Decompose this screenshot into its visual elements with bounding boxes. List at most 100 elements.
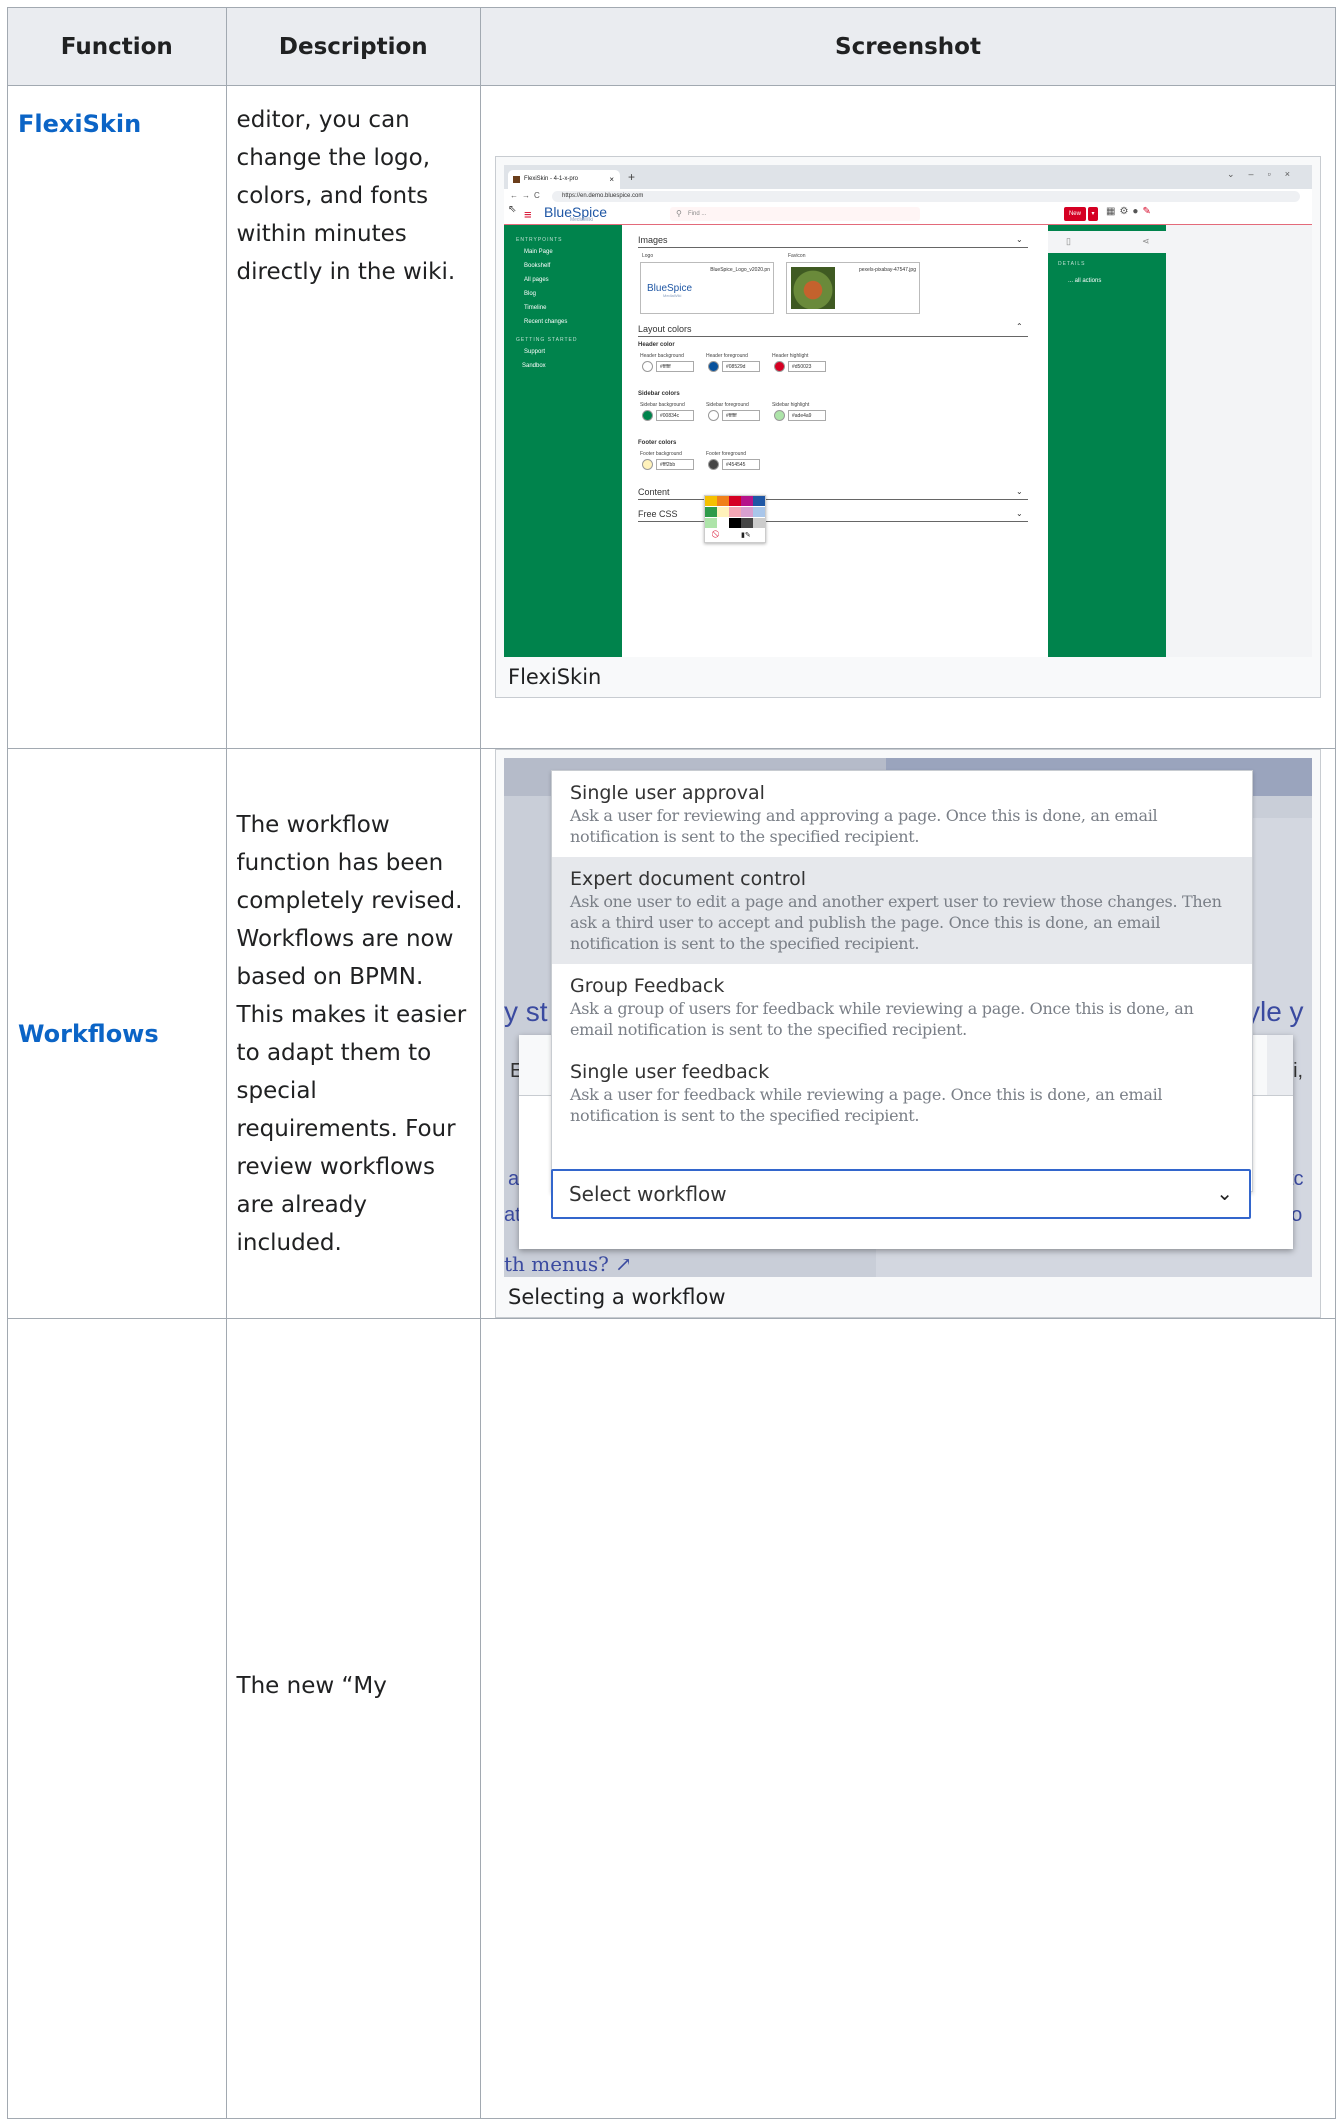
- favicon-label: Favicon: [787, 253, 806, 259]
- workflow-option-description: Ask a user for reviewing and approving a…: [569, 806, 1158, 846]
- browser-tab: FlexiSkin - 4-1-x-pro ×: [507, 170, 620, 189]
- right-sidebar-toolbar: ▯ ⋖: [1047, 231, 1166, 253]
- color-swatch: [707, 459, 719, 470]
- description-cell: The workflow function has been completel…: [225, 748, 481, 1319]
- color-hex-input: #ffffff: [655, 361, 694, 372]
- images-title: Images: [637, 235, 668, 245]
- browser-tabbar: FlexiSkin - 4-1-x-pro × + ⌄–▫×: [503, 165, 1312, 189]
- divider: [637, 521, 1028, 522]
- color-field-label: Sidebar foreground: [705, 402, 749, 408]
- workflow-option: Expert document control Ask one user to e…: [551, 857, 1252, 964]
- footer-colors-title: Footer colors: [637, 440, 677, 446]
- function-cell: [7, 1318, 227, 2119]
- table-row: Workflows The workflow function has been…: [7, 748, 1336, 1319]
- function-cell: Workflows: [7, 748, 227, 1319]
- eyedropper-icon: ▮✎: [740, 532, 751, 539]
- workflow-option: Single user approval Ask a user for revie…: [552, 771, 1252, 857]
- content-title: Content: [637, 487, 670, 497]
- header-icons: ▦⚙●✎: [1106, 206, 1155, 217]
- left-sidebar: ENTRYPOINTS Main Page Bookshelf All pages Bl…: [503, 225, 622, 657]
- search-placeholder: Find ...: [687, 211, 707, 217]
- header-description[interactable]: Description: [225, 7, 481, 86]
- url-field: https://en.demo.bluespice.com: [551, 191, 1300, 202]
- workflow-screenshot[interactable]: y st yle y E esi, a stc at bo th menus? …: [503, 758, 1312, 1277]
- color-swatch: [707, 361, 719, 372]
- header-screenshot[interactable]: Screenshot: [479, 7, 1336, 86]
- screenshot-cell: y st yle y E esi, a stc at bo th menus? …: [479, 748, 1336, 1319]
- palette-color-cell: [740, 518, 753, 528]
- sidebar-item: Timeline: [523, 305, 547, 311]
- gear-icon: ⚙: [1119, 206, 1133, 217]
- thumbnail-frame: y st yle y E esi, a stc at bo th menus? …: [494, 749, 1321, 1318]
- favicon-icon: [512, 176, 520, 183]
- workflow-option-description: Ask a user for feedback while reviewing …: [569, 1085, 1163, 1125]
- workflow-option-title: Single user feedback: [569, 1061, 770, 1083]
- description-text: The new “My: [236, 1673, 387, 1699]
- color-hex-input: #00834c: [655, 410, 694, 421]
- logo-label: Logo: [641, 253, 654, 259]
- workflow-option: Group Feedback Ask a group of users for f…: [552, 964, 1252, 1050]
- color-hex-input: #08529d: [721, 361, 760, 372]
- sidebar-item: Support: [523, 349, 545, 355]
- background-text: a: [507, 1168, 520, 1190]
- function-link-flexiskin[interactable]: FlexiSkin: [8, 110, 141, 138]
- logo-filename: BlueSpice_Logo_v2020.pn: [710, 267, 770, 273]
- header-function[interactable]: Function: [7, 7, 227, 86]
- background-text: y st: [503, 996, 548, 1027]
- palette-color-cell: [752, 507, 765, 517]
- wiki-header: ⇖ ≡ BlueSpice MediaWiki ⚲ Find ... New ▾…: [503, 204, 1312, 225]
- color-field-label: Footer background: [639, 451, 682, 457]
- palette-color-cell: [728, 496, 741, 506]
- description-cell: editor, you can change the logo, colors,…: [225, 85, 481, 749]
- address-bar: ←→C https://en.demo.bluespice.com: [503, 189, 1312, 204]
- search-icon: ⚲: [675, 209, 682, 218]
- share-icon: ⋖: [1141, 236, 1150, 246]
- new-button: New: [1063, 207, 1086, 221]
- close-icon: ×: [609, 175, 614, 184]
- color-hex-input: #ade4a9: [787, 410, 826, 421]
- color-field-label: Footer foreground: [705, 451, 747, 457]
- thumbnail-frame: FlexiSkin - 4-1-x-pro × + ⌄–▫× ←→C https…: [494, 156, 1321, 698]
- workflow-option-title: Single user approval: [569, 782, 765, 804]
- workflow-option-description: Ask one user to edit a page and another …: [569, 892, 1222, 953]
- flexiskin-screenshot[interactable]: FlexiSkin - 4-1-x-pro × + ⌄–▫× ←→C https…: [503, 165, 1312, 657]
- palette-color-cell: [740, 496, 753, 506]
- squirrel-image: [790, 267, 835, 309]
- description-text: editor, you can change the logo, colors,…: [236, 107, 456, 285]
- logo-preview-sub: MediaWiki: [662, 293, 682, 298]
- sidebar-item: Recent changes: [523, 319, 568, 325]
- function-cell: FlexiSkin: [7, 85, 227, 749]
- divider: [637, 499, 1028, 500]
- background-text: th menus? ↗: [503, 1252, 632, 1276]
- free-css-title: Free CSS: [637, 509, 678, 519]
- caption: FlexiSkin: [507, 665, 602, 689]
- sidebar-item: All pages: [523, 277, 549, 283]
- sidebar-item: Sandbox: [521, 363, 546, 369]
- header-row: Function Description Screenshot: [7, 7, 1336, 86]
- palette-color-cell: [716, 496, 729, 506]
- workflow-select[interactable]: Select workflow ⌄: [550, 1169, 1251, 1219]
- screenshot-cell: [479, 1318, 1336, 2119]
- chevron-up-icon: ⌃: [1015, 322, 1023, 331]
- new-tab-icon: +: [627, 170, 635, 184]
- search-input: ⚲ Find ...: [669, 207, 920, 221]
- caption: Selecting a workflow: [507, 1285, 726, 1309]
- color-swatch: [707, 410, 719, 421]
- workflow-option-description: Ask a group of users for feedback while …: [569, 999, 1194, 1039]
- function-link-workflows[interactable]: Workflows: [8, 1020, 159, 1048]
- palette-color-cell: [716, 507, 729, 517]
- color-swatch: [641, 410, 653, 421]
- palette-color-cell: [752, 518, 765, 528]
- color-swatch: [641, 361, 653, 372]
- palette-color-cell: [704, 518, 717, 528]
- color-field-label: Sidebar background: [639, 402, 685, 408]
- palette-color-cell: [704, 507, 717, 517]
- sidebar-colors-title: Sidebar colors: [637, 391, 680, 397]
- color-swatch: [773, 410, 785, 421]
- color-hex-input: #ffffff: [721, 410, 760, 421]
- color-swatch: [773, 361, 785, 372]
- workflow-option-title: Expert document control: [569, 868, 807, 890]
- color-field-label: Header highlight: [771, 353, 809, 359]
- workflow-options-menu: Single user approval Ask a user for revie…: [550, 770, 1253, 1192]
- color-palette-popup: ⃠ ▮✎: [703, 495, 766, 543]
